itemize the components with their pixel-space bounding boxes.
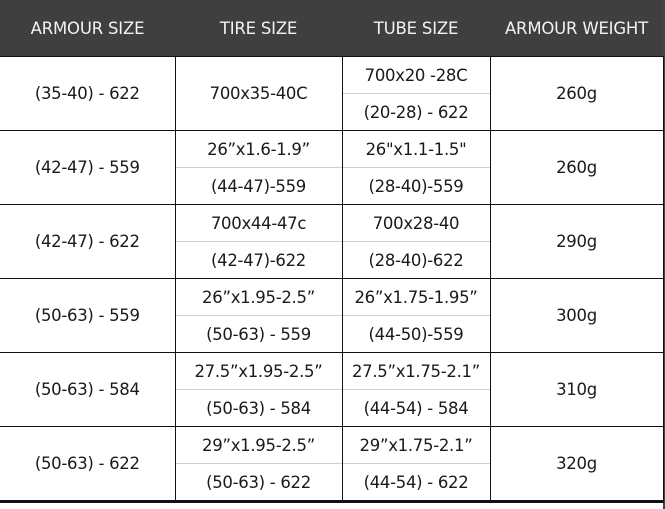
armour-weight-cell: 320g [489, 426, 664, 503]
header-tube-size: TUBE SIZE [342, 0, 490, 57]
tire-size-cell: (50-63) - 622 [175, 463, 343, 503]
tire-size-cell: (42-47)-622 [175, 241, 343, 279]
table-row: (50-63) - 584 27.5”x1.95-2.5” 27.5”x1.75… [0, 352, 664, 427]
size-chart: ARMOUR SIZE TIRE SIZE TUBE SIZE ARMOUR W… [0, 0, 665, 509]
tube-size-cell: 26"x1.1-1.5" [341, 130, 491, 168]
armour-size-table: ARMOUR SIZE TIRE SIZE TUBE SIZE ARMOUR W… [0, 0, 664, 503]
tube-size-cell: (44-50)-559 [341, 315, 491, 353]
tire-size-cell: (44-47)-559 [175, 167, 343, 205]
header-armour-weight: ARMOUR WEIGHT [490, 0, 663, 57]
header-row: ARMOUR SIZE TIRE SIZE TUBE SIZE ARMOUR W… [0, 0, 663, 57]
armour-weight-cell: 260g [489, 56, 664, 131]
tube-size-cell: (20-28) - 622 [342, 93, 491, 131]
tube-size-cell: 700x28-40 [341, 204, 491, 242]
armour-size-cell: (35-40) - 622 [0, 56, 176, 131]
armour-size-cell: (50-63) - 559 [0, 278, 176, 353]
tire-size-cell: (50-63) - 559 [175, 315, 343, 353]
tire-size-cell: 26”x1.6-1.9” [174, 130, 343, 168]
armour-weight-cell: 300g [489, 278, 664, 353]
table-row: (35-40) - 622 700x35-40C 700x20 -28C 260… [0, 56, 664, 131]
table-row: (50-63) - 559 26”x1.95-2.5” 26”x1.75-1.9… [0, 278, 664, 353]
tube-size-cell: (28-40)-559 [341, 167, 491, 205]
armour-size-cell: (50-63) - 622 [0, 426, 176, 503]
armour-weight-cell: 310g [489, 352, 664, 427]
tube-size-cell: 29”x1.75-2.1” [341, 426, 491, 464]
armour-size-cell: (50-63) - 584 [0, 352, 176, 427]
table-row: (50-63) - 622 29”x1.95-2.5” 29”x1.75-2.1… [0, 426, 664, 503]
header-armour-size: ARMOUR SIZE [0, 0, 175, 57]
tire-size-cell: 27.5”x1.95-2.5” [174, 352, 343, 390]
armour-weight-cell: 290g [489, 204, 664, 279]
armour-weight-cell: 260g [489, 130, 664, 205]
tire-size-cell: 700x35-40C [174, 56, 343, 131]
tube-size-cell: (28-40)-622 [341, 241, 491, 279]
table-row: (42-47) - 559 26”x1.6-1.9” 26"x1.1-1.5" … [0, 130, 664, 205]
tube-size-cell: (44-54) - 622 [341, 463, 491, 503]
tire-size-cell: 29”x1.95-2.5” [174, 426, 343, 464]
header-tire-size: TIRE SIZE [175, 0, 342, 57]
table-row: (42-47) - 622 700x44-47c 700x28-40 290g [0, 204, 664, 279]
tube-size-cell: 27.5”x1.75-2.1” [341, 352, 491, 390]
armour-size-cell: (42-47) - 622 [0, 204, 176, 279]
armour-size-cell: (42-47) - 559 [0, 130, 176, 205]
tube-size-cell: 700x20 -28C [341, 56, 491, 94]
tube-size-cell: 26”x1.75-1.95” [341, 278, 491, 316]
tube-size-cell: (44-54) - 584 [341, 389, 491, 427]
tire-size-cell: (50-63) - 584 [175, 389, 343, 427]
tire-size-cell: 26”x1.95-2.5” [174, 278, 343, 316]
tire-size-cell: 700x44-47c [174, 204, 343, 242]
